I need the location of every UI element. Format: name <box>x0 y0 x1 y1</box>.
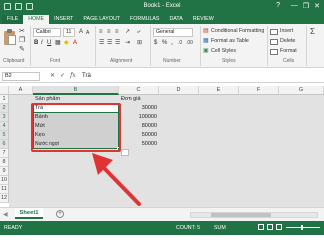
add-sheet-icon[interactable]: + <box>56 210 64 218</box>
status-ready: READY <box>4 225 23 231</box>
horizontal-scrollbar[interactable] <box>190 212 318 218</box>
scrollbar-thumb[interactable] <box>211 213 271 217</box>
zoom-thumb[interactable] <box>301 225 303 230</box>
zoom-slider[interactable] <box>286 225 320 230</box>
status-bar: READY COUNT: 5 SUM <box>0 221 324 235</box>
page-break-view-icon[interactable] <box>276 224 282 230</box>
view-buttons <box>258 224 282 230</box>
page-layout-view-icon[interactable] <box>267 224 273 230</box>
prev-sheet-icon[interactable]: ◀ <box>3 211 8 218</box>
sheet-tab-sheet1[interactable]: Sheet1 <box>15 208 43 219</box>
sheet-nav: ◀ <box>3 211 8 218</box>
normal-view-icon[interactable] <box>258 224 264 230</box>
status-sum: SUM <box>214 225 226 231</box>
annotation-arrow <box>92 153 141 206</box>
sheet-tab-bar: ◀ Sheet1 + <box>0 207 324 221</box>
status-count: COUNT: 5 <box>176 225 201 231</box>
